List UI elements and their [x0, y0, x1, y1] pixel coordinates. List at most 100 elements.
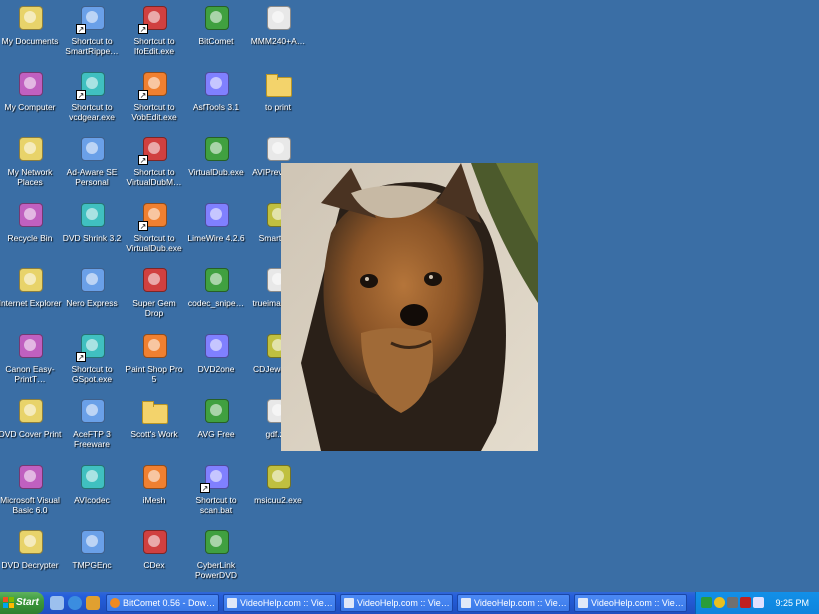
virtualdub-icon — [200, 133, 232, 165]
aceftp-icon — [76, 395, 108, 427]
taskbar: Start BitComet 0.56 - Dow… VideoHelp.com … — [0, 592, 819, 614]
desktop-icon[interactable]: msicuu2.exe — [246, 461, 310, 505]
bitcomet-icon — [110, 598, 120, 608]
avg-tray-icon[interactable] — [740, 597, 751, 608]
dvd-cover-icon — [14, 395, 46, 427]
desktop-icon[interactable]: AceFTP 3 Freeware — [60, 395, 124, 449]
desktop-icon[interactable]: CDex — [122, 526, 186, 570]
internet-explorer-icon[interactable] — [68, 596, 82, 610]
desktop-icon[interactable]: ↗ Shortcut to GSpot.exe — [60, 330, 124, 384]
codec-sniper-icon — [200, 264, 232, 296]
browser-window-icon — [227, 598, 237, 608]
taskbar-button-label: VideoHelp.com :: Vie… — [357, 598, 450, 608]
nero-icon — [76, 264, 108, 296]
desktop-icon[interactable]: DVD2one — [184, 330, 248, 374]
desktop-icon-label: VirtualDub.exe — [188, 167, 244, 177]
desktop-icon[interactable]: ↗ Shortcut to vcdgear.exe — [60, 68, 124, 122]
desktop-icon[interactable]: to print — [246, 68, 310, 112]
desktop-icon[interactable]: Internet Explorer — [0, 264, 62, 308]
desktop-icon[interactable]: DVD Decrypter — [0, 526, 62, 570]
taskbar-button[interactable]: BitComet 0.56 - Dow… — [106, 594, 219, 612]
desktop-icon[interactable]: CyberLink PowerDVD — [184, 526, 248, 580]
desktop-icon[interactable]: Microsoft Visual Basic 6.0 — [0, 461, 62, 515]
windows-logo-icon — [3, 597, 14, 608]
desktop-icon-label: Microsoft Visual Basic 6.0 — [0, 494, 60, 515]
imesh-icon — [138, 461, 170, 493]
desktop-icon[interactable]: AVG Free — [184, 395, 248, 439]
desktop-icon[interactable]: Nero Express — [60, 264, 124, 308]
desktop-icon-label: My Network Places — [7, 167, 53, 187]
security-tray-icon[interactable] — [714, 597, 725, 608]
volume-tray-icon[interactable] — [727, 597, 738, 608]
desktop-icon[interactable]: Scott's Work — [122, 395, 186, 439]
desktop-icon[interactable]: ↗ Shortcut to scan.bat — [184, 461, 248, 515]
desktop-icon-label: Canon Easy-PrintT… — [5, 363, 55, 384]
desktop-icon-label: MMM240+A… — [250, 36, 306, 46]
taskbar-button[interactable]: VideoHelp.com :: Vie… — [223, 594, 336, 612]
desktop-icon[interactable]: ↗ Shortcut to VirtualDubM… — [122, 133, 186, 187]
dvd-decrypter-icon — [14, 526, 46, 558]
shortcut-arrow-icon: ↗ — [76, 351, 86, 362]
taskbar-button-label: VideoHelp.com :: Vie… — [240, 598, 333, 608]
desktop-icon-label: Shortcut to SmartRippe… — [65, 36, 119, 56]
desktop-icon[interactable]: Ad-Aware SE Personal — [60, 133, 124, 187]
network-tray-icon[interactable] — [701, 597, 712, 608]
taskbar-button[interactable]: VideoHelp.com :: Vie… — [340, 594, 453, 612]
desktop-icon[interactable]: AsfTools 3.1 — [184, 68, 248, 112]
desktop-icon[interactable]: ↗ Shortcut to VirtualDub.exe — [122, 199, 186, 253]
desktop-icon[interactable]: TMPGEnc — [60, 526, 124, 570]
desktop-icon-label: AVG Free — [197, 429, 235, 439]
media-icon[interactable] — [86, 596, 100, 610]
avg-icon — [200, 395, 232, 427]
batch-file-icon: ↗ — [200, 461, 232, 493]
desktop-icon[interactable]: BitComet — [184, 2, 248, 46]
taskbar-button-label: VideoHelp.com :: Vie… — [474, 598, 567, 608]
desktop-icon[interactable]: DVD Shrink 3.2 — [60, 199, 124, 243]
taskbar-button-label: BitComet 0.56 - Dow… — [123, 598, 216, 608]
taskbar-button[interactable]: VideoHelp.com :: Vie… — [574, 594, 687, 612]
desktop-icon-label: DVD Shrink 3.2 — [62, 232, 122, 243]
my-computer-icon — [14, 68, 46, 100]
desktop-icon[interactable]: My Documents — [0, 2, 62, 46]
taskbar-button-label: VideoHelp.com :: Vie… — [591, 598, 684, 608]
start-button[interactable]: Start — [0, 592, 44, 614]
desktop-icon-label: Recycle Bin — [7, 232, 53, 243]
desktop-icon-label: Shortcut to IfoEdit.exe — [133, 36, 175, 56]
desktop-icon[interactable]: codec_snipe… — [184, 264, 248, 308]
desktop-icon[interactable]: MMM240+A… — [246, 2, 310, 46]
tmpgenc-icon — [76, 526, 108, 558]
desktop-icon-label: msicuu2.exe — [254, 494, 302, 505]
desktop-icon[interactable]: Canon Easy-PrintT… — [0, 330, 62, 384]
desktop-icon[interactable]: DVD Cover Print — [0, 395, 62, 439]
desktop-icon[interactable]: AVIcodec — [60, 461, 124, 505]
desktop-icon[interactable]: LimeWire 4.2.6 — [184, 199, 248, 243]
desktop-icon-label: codec_snipe… — [187, 298, 245, 308]
browser-window-icon — [344, 598, 354, 608]
desktop-icon-label: BitComet — [198, 36, 234, 46]
dvd2one-icon — [200, 330, 232, 362]
taskbar-button[interactable]: VideoHelp.com :: Vie… — [457, 594, 570, 612]
desktop-icon[interactable]: My Network Places — [0, 133, 62, 187]
desktop-icon-label: CyberLink PowerDVD — [194, 560, 238, 580]
desktop-icon-label: AVIcodec — [74, 494, 110, 505]
desktop-icon[interactable]: VirtualDub.exe — [184, 133, 248, 177]
desktop-icon[interactable]: ↗ Shortcut to IfoEdit.exe — [122, 2, 186, 56]
desktop-icon[interactable]: My Computer — [0, 68, 62, 112]
desktop-icon[interactable]: iMesh — [122, 461, 186, 505]
desktop-icon[interactable]: Paint Shop Pro 5 — [122, 330, 186, 384]
desktop-icon[interactable]: ↗ Shortcut to SmartRippe… — [60, 2, 124, 56]
desktop-icon-label: DVD2one — [197, 363, 235, 374]
show-desktop-icon[interactable] — [50, 596, 64, 610]
recycle-bin-icon — [14, 199, 46, 231]
desktop-icon[interactable]: Recycle Bin — [0, 199, 62, 243]
mail-tray-icon[interactable] — [753, 597, 764, 608]
desktop-icon[interactable]: ↗ Shortcut to VobEdit.exe — [122, 68, 186, 122]
desktop-icon[interactable]: Super Gem Drop — [122, 264, 186, 318]
visual-basic-icon — [14, 461, 46, 493]
desktop-icon-label: Shortcut to GSpot.exe — [71, 363, 113, 384]
clock[interactable]: 9:25 PM — [775, 592, 809, 614]
dog-photo-window[interactable] — [281, 163, 538, 451]
desktop-icon-label: Ad-Aware SE Personal — [66, 167, 118, 187]
gspot-icon: ↗ — [76, 330, 108, 362]
browser-window-icon — [578, 598, 588, 608]
